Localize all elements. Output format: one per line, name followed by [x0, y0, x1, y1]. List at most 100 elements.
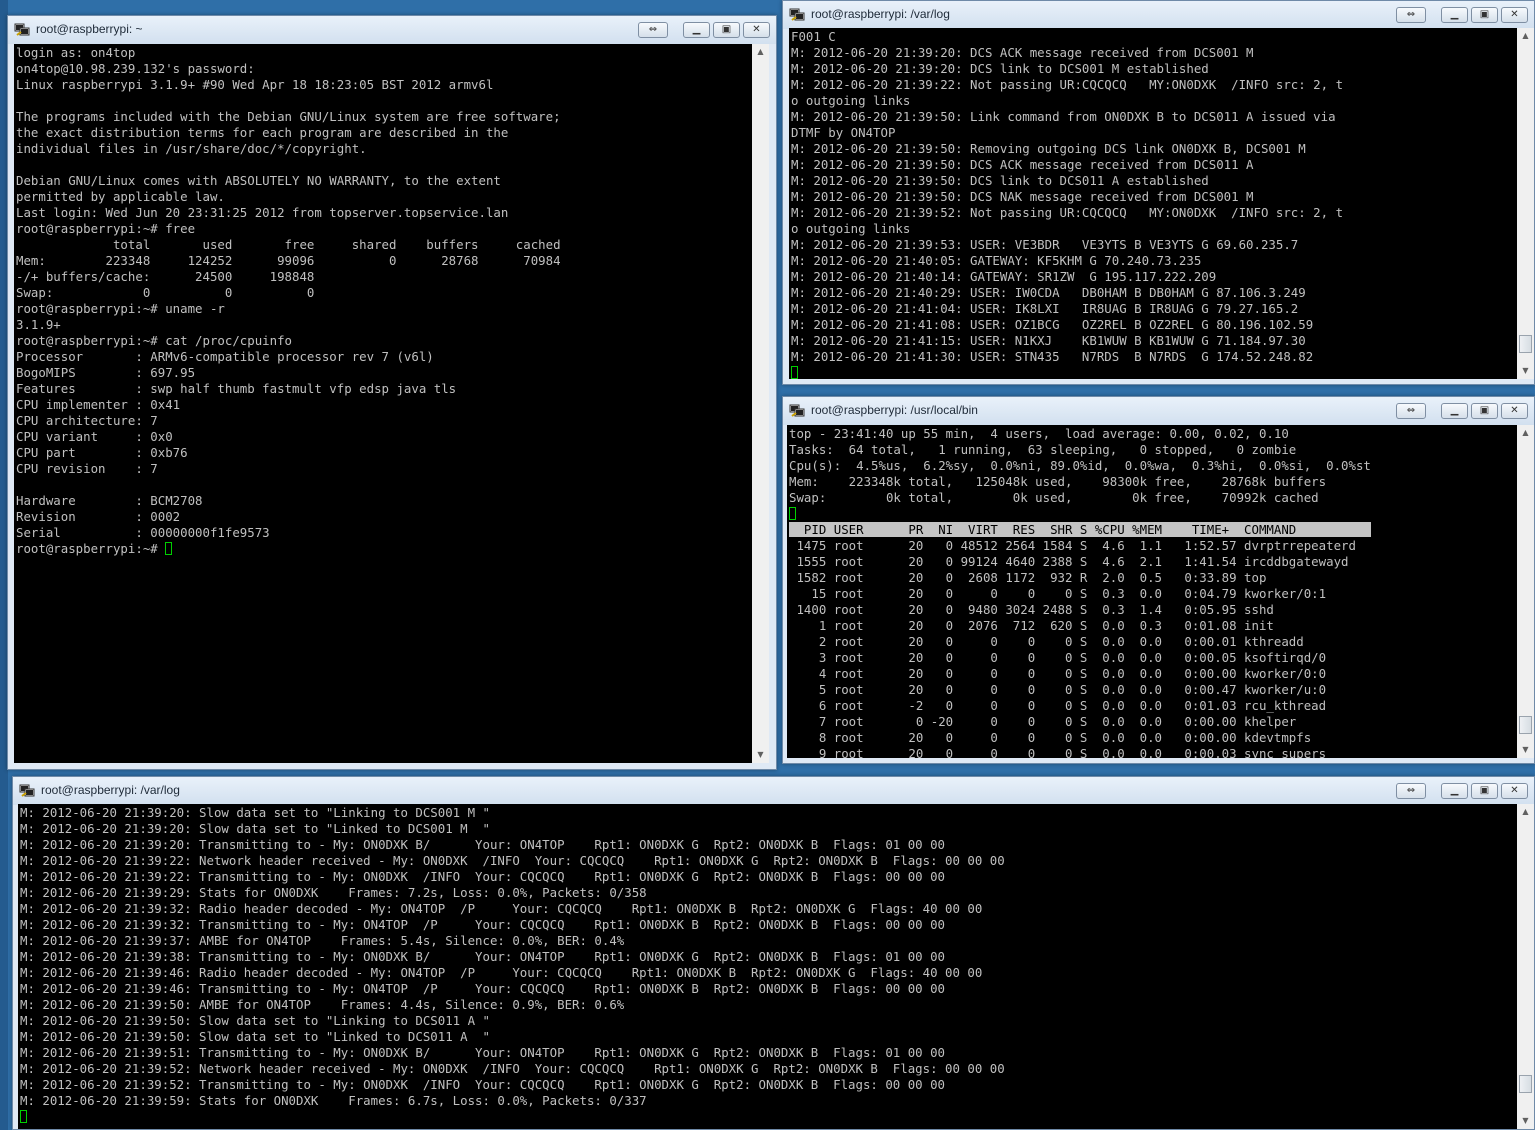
terminal-window-var-log-top[interactable]: root@raspberrypi: /var/log ⇔ ▁ ▣ ✕ F001 C M… [782, 0, 1535, 385]
log-line: M: 2012-06-20 21:39:37: AMBE for ON4TOP … [20, 933, 625, 948]
terminal-line: Features : swp half thumb fastmult vfp e… [16, 381, 457, 396]
close-button[interactable]: ✕ [743, 22, 770, 38]
terminal-line: Last login: Wed Jun 20 23:31:25 2012 fro… [16, 205, 509, 220]
terminal-window-var-log-bottom[interactable]: root@raspberrypi: /var/log ⇔ ▁ ▣ ✕ M: 2012-… [12, 776, 1535, 1130]
terminal-text: M: 2012-06-20 21:39:20: Slow data set to… [20, 805, 1005, 1108]
scroll-down-arrow-icon[interactable]: ▼ [1517, 363, 1534, 379]
scroll-up-arrow-icon[interactable]: ▲ [1517, 804, 1534, 820]
minimize-icon: ▁ [1450, 405, 1459, 416]
terminal-window-home[interactable]: root@raspberrypi: ~ ⇔ ▁ ▣ ✕ login as: on4to… [7, 15, 777, 770]
text-cursor [20, 1110, 27, 1123]
log-line: M: 2012-06-20 21:39:50: AMBE for ON4TOP … [20, 997, 625, 1012]
vertical-scrollbar[interactable]: ▲ ▼ [752, 44, 769, 763]
log-line: M: 2012-06-20 21:39:38: Transmitting to … [20, 949, 946, 964]
scrollbar-thumb[interactable] [1519, 716, 1532, 734]
log-line: M: 2012-06-20 21:39:46: Transmitting to … [20, 981, 946, 996]
titlebar[interactable]: root@raspberrypi: ~ ⇔ ▁ ▣ ✕ [8, 16, 776, 44]
restore-icon: ⇔ [1406, 785, 1416, 796]
restore-button[interactable]: ⇔ [1396, 403, 1426, 419]
putty-icon [19, 784, 35, 797]
log-line: M: 2012-06-20 21:40:29: USER: IW0CDA DB0… [791, 285, 1306, 300]
terminal-line: CPU variant : 0x0 [16, 429, 173, 444]
terminal-line: permitted by applicable law. [16, 189, 225, 204]
terminal-output[interactable]: login as: on4top on4top@10.98.239.132's … [14, 44, 769, 763]
terminal-line: -/+ buffers/cache: 24500 198848 [16, 269, 315, 284]
scroll-up-arrow-icon[interactable]: ▲ [1517, 28, 1534, 44]
terminal-line: Linux raspberrypi 3.1.9+ #90 Wed Apr 18 … [16, 77, 494, 92]
putty-icon [789, 404, 805, 417]
titlebar[interactable]: root@raspberrypi: /var/log ⇔ ▁ ▣ ✕ [783, 1, 1534, 29]
terminal-line: The programs included with the Debian GN… [16, 109, 561, 124]
log-line: DTMF by ON4TOP [791, 125, 896, 140]
log-line: M: 2012-06-20 21:39:50: DCS NAK message … [791, 189, 1254, 204]
minimize-button[interactable]: ▁ [683, 22, 710, 38]
restore-icon: ⇔ [648, 24, 658, 35]
window-title: root@raspberrypi: ~ [36, 22, 143, 36]
terminal-line: root@raspberrypi:~# uname -r [16, 301, 225, 316]
top-summary-line: Swap: 0k total, 0k used, 0k free, 70992k… [789, 490, 1319, 505]
close-button[interactable]: ✕ [1501, 783, 1528, 799]
terminal-line: CPU part : 0xb76 [16, 445, 188, 460]
log-line: M: 2012-06-20 21:41:04: USER: IK8LXI IR8… [791, 301, 1299, 316]
top-summary-line: Mem: 223348k total, 125048k used, 98300k… [789, 474, 1327, 489]
terminal-output[interactable]: F001 C M: 2012-06-20 21:39:20: DCS ACK m… [789, 28, 1534, 379]
log-line: M: 2012-06-20 21:39:50: DCS ACK message … [791, 157, 1254, 172]
terminal-line: root@raspberrypi:~# free [16, 221, 196, 236]
terminal-output[interactable]: top - 23:41:40 up 55 min, 4 users, load … [787, 425, 1534, 758]
log-line: M: 2012-06-20 21:39:20: DCS ACK message … [791, 45, 1254, 60]
log-line: M: 2012-06-20 21:39:32: Radio header dec… [20, 901, 983, 916]
scroll-up-arrow-icon[interactable]: ▲ [1517, 425, 1534, 441]
terminal-output[interactable]: M: 2012-06-20 21:39:20: Slow data set to… [18, 804, 1534, 1129]
close-icon: ✕ [1510, 405, 1519, 416]
window-controls: ⇔ ▁ ▣ ✕ [1393, 7, 1528, 23]
restore-button[interactable]: ⇔ [1396, 7, 1426, 23]
process-row: 15 root 20 0 0 0 0 S 0.3 0.0 0:04.79 kwo… [789, 586, 1327, 601]
log-line: M: 2012-06-20 21:39:51: Transmitting to … [20, 1045, 946, 1060]
scroll-down-arrow-icon[interactable]: ▼ [1517, 1113, 1534, 1129]
terminal-line: total used free shared buffers cached [16, 237, 561, 252]
terminal-line: Serial : 00000000f1fe9573 [16, 525, 270, 540]
log-line: M: 2012-06-20 21:39:52: Network header r… [20, 1061, 1005, 1076]
close-button[interactable]: ✕ [1501, 403, 1528, 419]
titlebar[interactable]: root@raspberrypi: /var/log ⇔ ▁ ▣ ✕ [13, 777, 1534, 805]
minimize-icon: ▁ [1450, 785, 1459, 796]
maximize-button[interactable]: ▣ [713, 22, 740, 38]
log-line: M: 2012-06-20 21:39:20: Slow data set to… [20, 805, 490, 820]
scroll-up-arrow-icon[interactable]: ▲ [752, 44, 769, 60]
log-line: M: 2012-06-20 21:39:59: Stats for ON0DXK… [20, 1093, 647, 1108]
log-line: F001 C [791, 29, 836, 44]
maximize-button[interactable]: ▣ [1471, 403, 1498, 419]
scroll-down-arrow-icon[interactable]: ▼ [1517, 742, 1534, 758]
restore-button[interactable]: ⇔ [1396, 783, 1426, 799]
scrollbar-thumb[interactable] [1519, 335, 1532, 353]
log-line: M: 2012-06-20 21:39:29: Stats for ON0DXK… [20, 885, 647, 900]
vertical-scrollbar[interactable]: ▲ ▼ [1517, 804, 1534, 1129]
minimize-button[interactable]: ▁ [1441, 7, 1468, 23]
process-row: 3 root 20 0 0 0 0 S 0.0 0.0 0:00.05 ksof… [789, 650, 1327, 665]
scroll-down-arrow-icon[interactable]: ▼ [752, 747, 769, 763]
terminal-line: login as: on4top [16, 45, 136, 60]
vertical-scrollbar[interactable]: ▲ ▼ [1517, 28, 1534, 379]
minimize-button[interactable]: ▁ [1441, 403, 1468, 419]
terminal-window-top[interactable]: root@raspberrypi: /usr/local/bin ⇔ ▁ ▣ ✕ to… [782, 396, 1535, 764]
scrollbar-thumb[interactable] [1519, 1075, 1532, 1093]
maximize-button[interactable]: ▣ [1471, 7, 1498, 23]
process-row: 4 root 20 0 0 0 0 S 0.0 0.0 0:00.00 kwor… [789, 666, 1327, 681]
maximize-button[interactable]: ▣ [1471, 783, 1498, 799]
log-line: M: 2012-06-20 21:39:50: Slow data set to… [20, 1029, 490, 1044]
terminal-line: on4top@10.98.239.132's password: [16, 61, 255, 76]
log-line: M: 2012-06-20 21:39:20: Transmitting to … [20, 837, 946, 852]
process-row: 2 root 20 0 0 0 0 S 0.0 0.0 0:00.01 kthr… [789, 634, 1304, 649]
window-title: root@raspberrypi: /var/log [41, 783, 180, 797]
log-line: M: 2012-06-20 21:39:32: Transmitting to … [20, 917, 946, 932]
close-button[interactable]: ✕ [1501, 7, 1528, 23]
vertical-scrollbar[interactable]: ▲ ▼ [1517, 425, 1534, 758]
process-row: 1582 root 20 0 2608 1172 932 R 2.0 0.5 0… [789, 570, 1267, 585]
log-line: M: 2012-06-20 21:39:50: Slow data set to… [20, 1013, 490, 1028]
titlebar[interactable]: root@raspberrypi: /usr/local/bin ⇔ ▁ ▣ ✕ [783, 397, 1534, 425]
restore-button[interactable]: ⇔ [638, 22, 668, 38]
text-cursor [791, 366, 798, 379]
minimize-button[interactable]: ▁ [1441, 783, 1468, 799]
terminal-line: the exact distribution terms for each pr… [16, 125, 509, 140]
process-row: 1 root 20 0 2076 712 620 S 0.0 0.3 0:01.… [789, 618, 1274, 633]
